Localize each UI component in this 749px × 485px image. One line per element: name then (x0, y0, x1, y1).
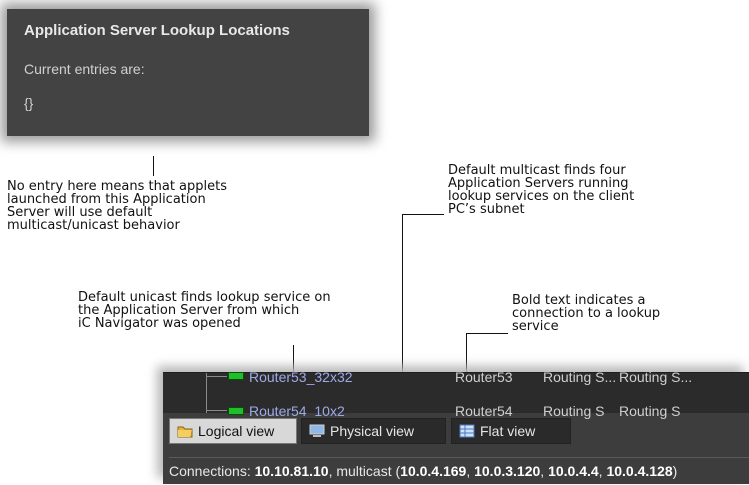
note-unicast: Default unicast finds lookup service on … (78, 290, 331, 331)
separator: , (540, 463, 549, 479)
router-icon (228, 372, 244, 380)
panel-title: Application Server Lookup Locations (24, 22, 290, 39)
multicast-server: 10.0.4.128 (606, 463, 673, 479)
tab-flat-view[interactable]: Flat view (451, 418, 571, 444)
lookup-locations-panel: Application Server Lookup Locations Curr… (7, 9, 369, 136)
multicast-server: 10.0.4.4 (548, 463, 599, 479)
navigator-window: Router53_32x32 Router53 Routing S... Rou… (163, 369, 749, 485)
tree-branch (207, 410, 227, 411)
tab-label: Flat view (480, 423, 536, 439)
unicast-server: 10.10.81.10 (254, 463, 329, 479)
tree-row-col3: Routing S (543, 403, 605, 419)
multicast-server: 10.0.4.169 (400, 463, 467, 479)
computer-icon (309, 421, 325, 437)
separator: , (466, 463, 475, 479)
tree-row-name: Router53_32x32 (249, 369, 353, 385)
tree-row-col4: Routing S... (619, 369, 693, 385)
callout-line-multicast-h (402, 214, 444, 215)
view-tabs: Logical view Physical view Flat view (163, 418, 749, 444)
tree-row[interactable]: Router54_10x2 Router54 Routing S Routing… (163, 403, 749, 419)
current-entries-label: Current entries are: (24, 61, 145, 77)
table-icon (459, 421, 475, 438)
folder-icon (177, 421, 193, 438)
tree-row-col3: Routing S... (543, 369, 617, 385)
callout-line-no-entry (153, 156, 154, 176)
multicast-server: 10.0.3.120 (474, 463, 541, 479)
tree-row-name: Router54_10x2 (249, 403, 345, 419)
tree-row-col2: Router54 (455, 403, 513, 419)
tab-label: Logical view (198, 423, 275, 439)
tab-physical-view[interactable]: Physical view (301, 418, 446, 444)
tab-label: Physical view (330, 423, 415, 439)
tree-row-col2: Router53 (455, 369, 513, 385)
note-bold-text: Bold text indicates a connection to a lo… (512, 293, 661, 334)
status-prefix: Connections: (169, 463, 255, 479)
tree-branch (207, 376, 227, 377)
logical-tree: Router53_32x32 Router53 Routing S... Rou… (163, 369, 749, 419)
tree-row[interactable]: Router53_32x32 Router53 Routing S... Rou… (163, 369, 749, 385)
note-multicast: Default multicast finds four Application… (448, 163, 635, 217)
connections-status-bar: Connections: 10.10.81.10, multicast (10.… (169, 457, 749, 485)
status-multicast: , multicast ( (328, 463, 401, 479)
router-icon (228, 407, 244, 415)
status-close: ) (672, 463, 678, 479)
callout-line-bold-h (466, 333, 508, 334)
tab-logical-view[interactable]: Logical view (169, 418, 297, 444)
tree-row-col4: Routing S (619, 403, 681, 419)
current-entries-value: {} (24, 95, 34, 111)
note-no-entry: No entry here means that applets launche… (7, 179, 227, 233)
